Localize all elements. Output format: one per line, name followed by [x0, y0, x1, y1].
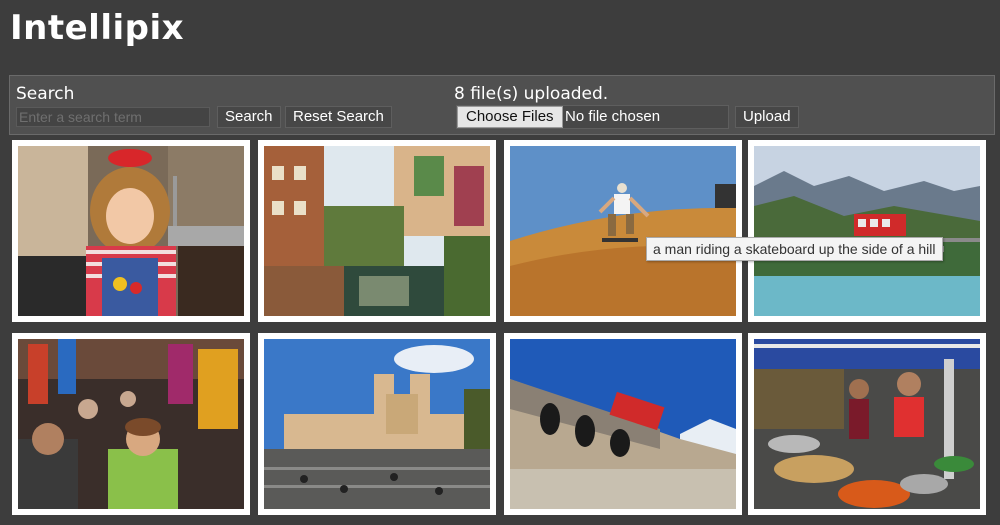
search-input[interactable]	[16, 107, 210, 127]
search-label: Search	[16, 84, 75, 104]
app-title: Intellipix	[10, 8, 185, 48]
thumbnail[interactable]	[12, 140, 250, 322]
thumbnail[interactable]	[12, 333, 250, 515]
thumbnail[interactable]	[504, 140, 742, 322]
reset-search-button[interactable]: Reset Search	[285, 106, 392, 128]
photo-girl-kitchen	[18, 146, 244, 316]
file-chosen-text: No file chosen	[565, 108, 661, 125]
photo-food-stall	[754, 339, 980, 509]
thumbnail[interactable]	[748, 333, 986, 515]
search-button[interactable]: Search	[217, 106, 281, 128]
photo-viaduct-train	[510, 339, 736, 509]
toolbar: Search Search Reset Search 8 file(s) upl…	[9, 75, 995, 135]
thumbnail[interactable]	[504, 333, 742, 515]
upload-status: 8 file(s) uploaded.	[454, 84, 609, 104]
photo-sand-dune	[510, 146, 736, 316]
image-caption-tooltip: a man riding a skateboard up the side of…	[646, 237, 943, 261]
choose-files-button[interactable]: Choose Files	[457, 106, 563, 128]
photo-church	[264, 339, 490, 509]
photo-canal	[264, 146, 490, 316]
thumbnail[interactable]	[748, 140, 986, 322]
photo-market	[18, 339, 244, 509]
thumbnail[interactable]	[258, 333, 496, 515]
photo-cable-car	[754, 146, 980, 316]
thumbnail[interactable]	[258, 140, 496, 322]
upload-button[interactable]: Upload	[735, 106, 799, 128]
file-picker[interactable]: Choose Files No file chosen	[456, 105, 729, 129]
